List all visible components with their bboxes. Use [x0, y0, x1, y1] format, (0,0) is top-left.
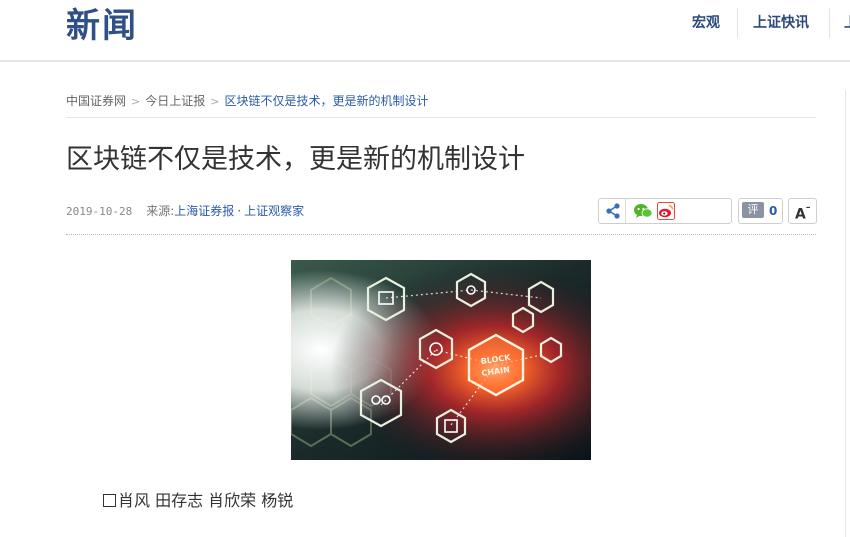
breadcrumb-divider [66, 117, 816, 118]
nav-item-macro[interactable]: 宏观 [692, 8, 720, 38]
breadcrumb: 中国证券网 > 今日上证报 > 区块链不仅是技术，更是新的机制设计 [66, 92, 428, 110]
weibo-icon[interactable] [657, 202, 675, 220]
share-icon[interactable] [603, 202, 623, 220]
breadcrumb-home[interactable]: 中国证券网 [66, 94, 126, 108]
font-size-button[interactable]: A– [788, 198, 817, 224]
article-title: 区块链不仅是技术，更是新的机制设计 [66, 144, 525, 175]
publish-date: 2019-10-28 [66, 205, 133, 218]
comment-count: 0 [769, 204, 778, 218]
column-link[interactable]: 上证观察家 [244, 204, 304, 218]
share-divider [625, 199, 626, 223]
source-separator: · [237, 204, 242, 218]
nav-item-truncated[interactable]: 上 [844, 8, 850, 38]
nav-divider [737, 8, 738, 38]
chevron-right-icon: > [131, 95, 141, 108]
nav-item-flash-news[interactable]: 上证快讯 [753, 8, 809, 38]
nav-divider [829, 8, 830, 38]
meta-divider [66, 234, 816, 235]
share-bar [598, 198, 732, 224]
square-bullet-icon [103, 494, 116, 507]
article-meta: 2019-10-28 来源:上海证券报 · 上证观察家 [66, 202, 304, 220]
chevron-right-icon: > [210, 95, 220, 108]
site-logo[interactable]: 新闻 [66, 6, 138, 46]
comment-icon: 评 [742, 202, 764, 218]
breadcrumb-section[interactable]: 今日上证报 [145, 94, 205, 108]
wechat-icon[interactable] [633, 202, 653, 220]
comment-button[interactable]: 评 0 [738, 198, 783, 224]
site-header: 新闻 宏观 上证快讯 上 [0, 0, 850, 62]
source-link[interactable]: 上海证券报 [174, 204, 234, 218]
article-image-blockchain: BLOCK CHAIN [291, 260, 591, 460]
author-names: 肖风 田存志 肖欣荣 杨锐 [118, 491, 294, 510]
page-edge-divider [845, 90, 846, 537]
article-authors: 肖风 田存志 肖欣荣 杨锐 [103, 489, 293, 513]
source-label: 来源: [146, 204, 175, 218]
breadcrumb-current[interactable]: 区块链不仅是技术，更是新的机制设计 [224, 94, 428, 108]
font-size-icon: A– [795, 203, 811, 223]
